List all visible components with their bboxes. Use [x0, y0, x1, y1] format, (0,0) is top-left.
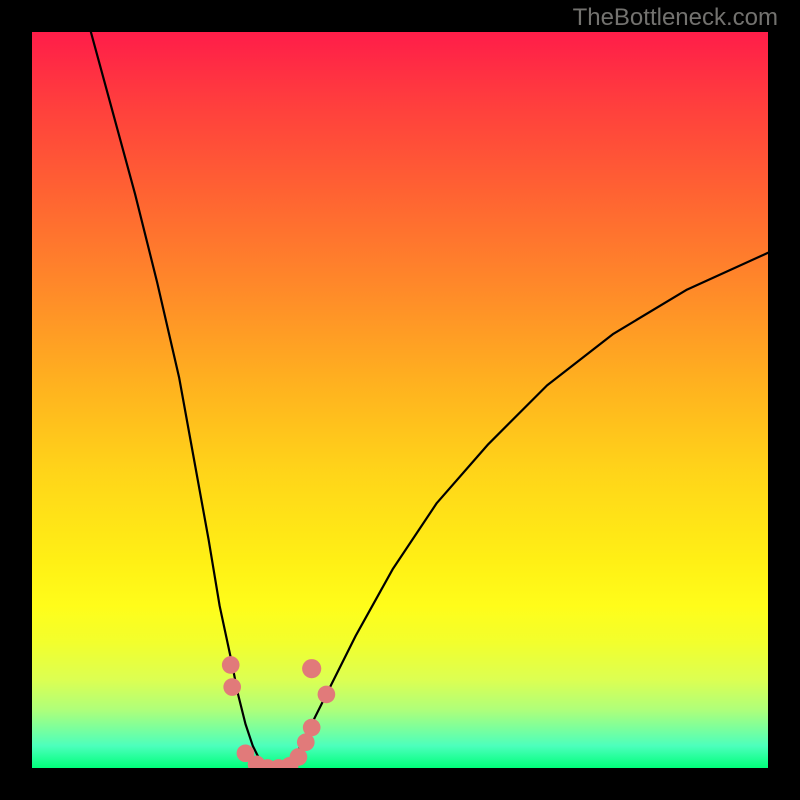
data-marker [302, 659, 321, 678]
data-marker [303, 719, 321, 737]
data-marker [223, 678, 241, 696]
data-marker [222, 656, 240, 674]
chart-container: TheBottleneck.com [0, 0, 800, 800]
chart-svg [32, 32, 768, 768]
data-marker [318, 686, 336, 704]
curve-right-curve [290, 253, 768, 768]
series-group [91, 32, 768, 768]
curve-left-curve [91, 32, 264, 768]
watermark-text: TheBottleneck.com [573, 4, 778, 32]
